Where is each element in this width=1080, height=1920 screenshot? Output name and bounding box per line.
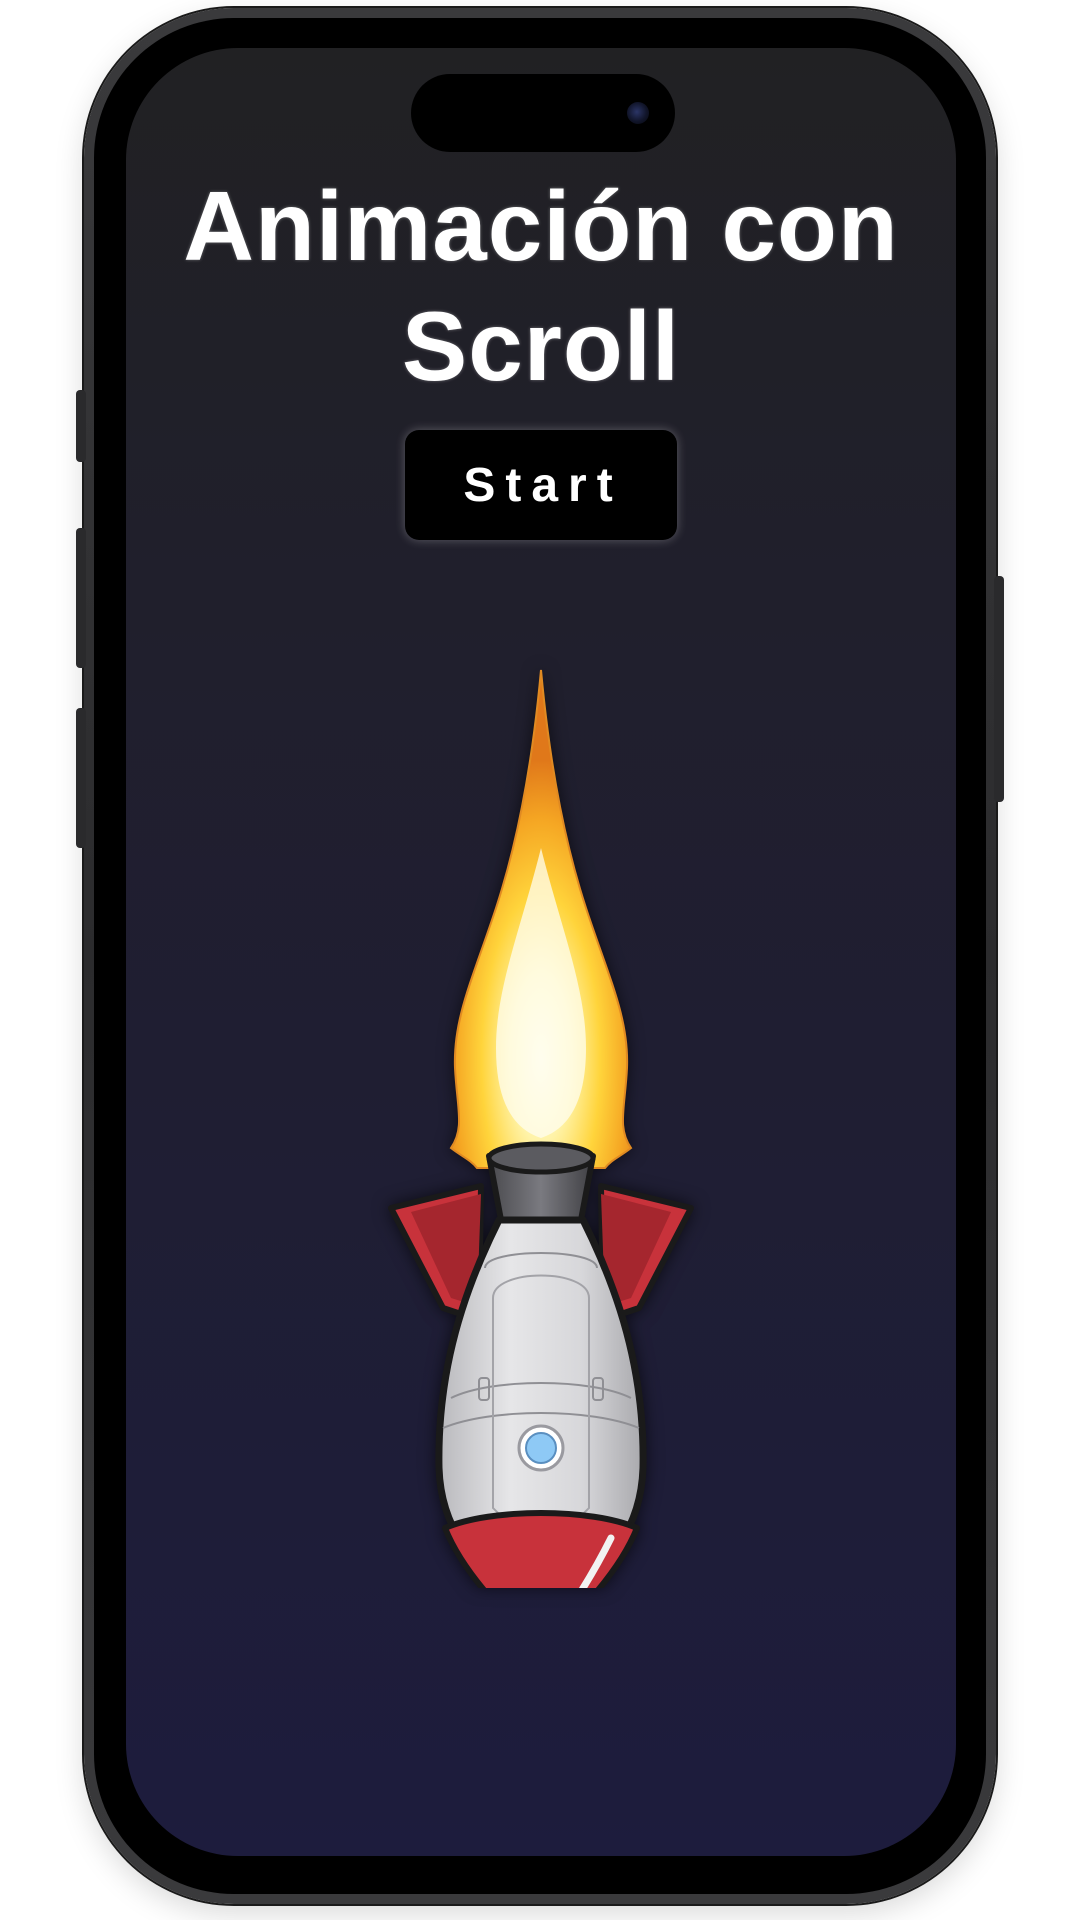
volume-down-button bbox=[76, 708, 86, 848]
camera-icon bbox=[627, 102, 649, 124]
dynamic-island bbox=[411, 74, 675, 152]
page: Animación con Scroll Start bbox=[0, 0, 1080, 1920]
start-button[interactable]: Start bbox=[405, 430, 677, 540]
volume-up-button bbox=[76, 528, 86, 668]
rocket-nozzle bbox=[486, 1141, 596, 1223]
rocket-icon bbox=[388, 669, 694, 1588]
action-button bbox=[76, 390, 86, 462]
power-button bbox=[994, 576, 1004, 802]
flame-icon bbox=[449, 669, 633, 1169]
page-title: Animación con Scroll bbox=[183, 171, 899, 401]
app-screen[interactable]: Animación con Scroll Start bbox=[126, 48, 956, 1856]
